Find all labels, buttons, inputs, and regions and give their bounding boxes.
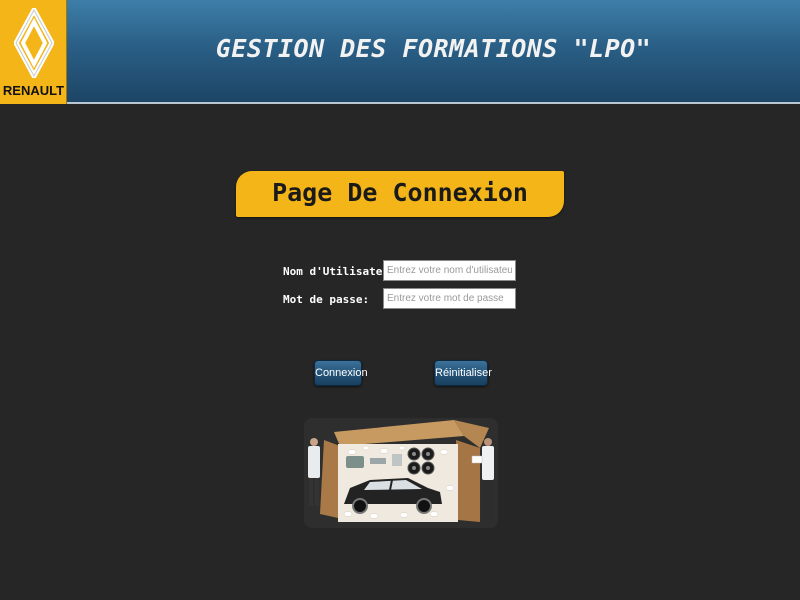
app-header: RENAULT GESTION DES FORMATIONS "LPO" [0,0,800,104]
password-label: Mot de passe: [283,293,370,306]
page-title: Page De Connexion [272,178,528,207]
connexion-button[interactable]: Connexion [314,360,368,386]
renault-diamond-icon [14,8,54,78]
car-in-box-illustration [304,418,498,528]
page-title-banner: Page De Connexion [236,171,564,217]
brand-name: RENAULT [2,83,65,98]
renault-logo: RENAULT [0,0,67,104]
app-title: GESTION DES FORMATIONS "LPO" [215,34,652,63]
illustration-graphic [304,418,498,528]
username-input[interactable] [383,260,516,281]
reset-button[interactable]: Réinitialiser [434,360,492,386]
password-input[interactable] [383,288,516,309]
